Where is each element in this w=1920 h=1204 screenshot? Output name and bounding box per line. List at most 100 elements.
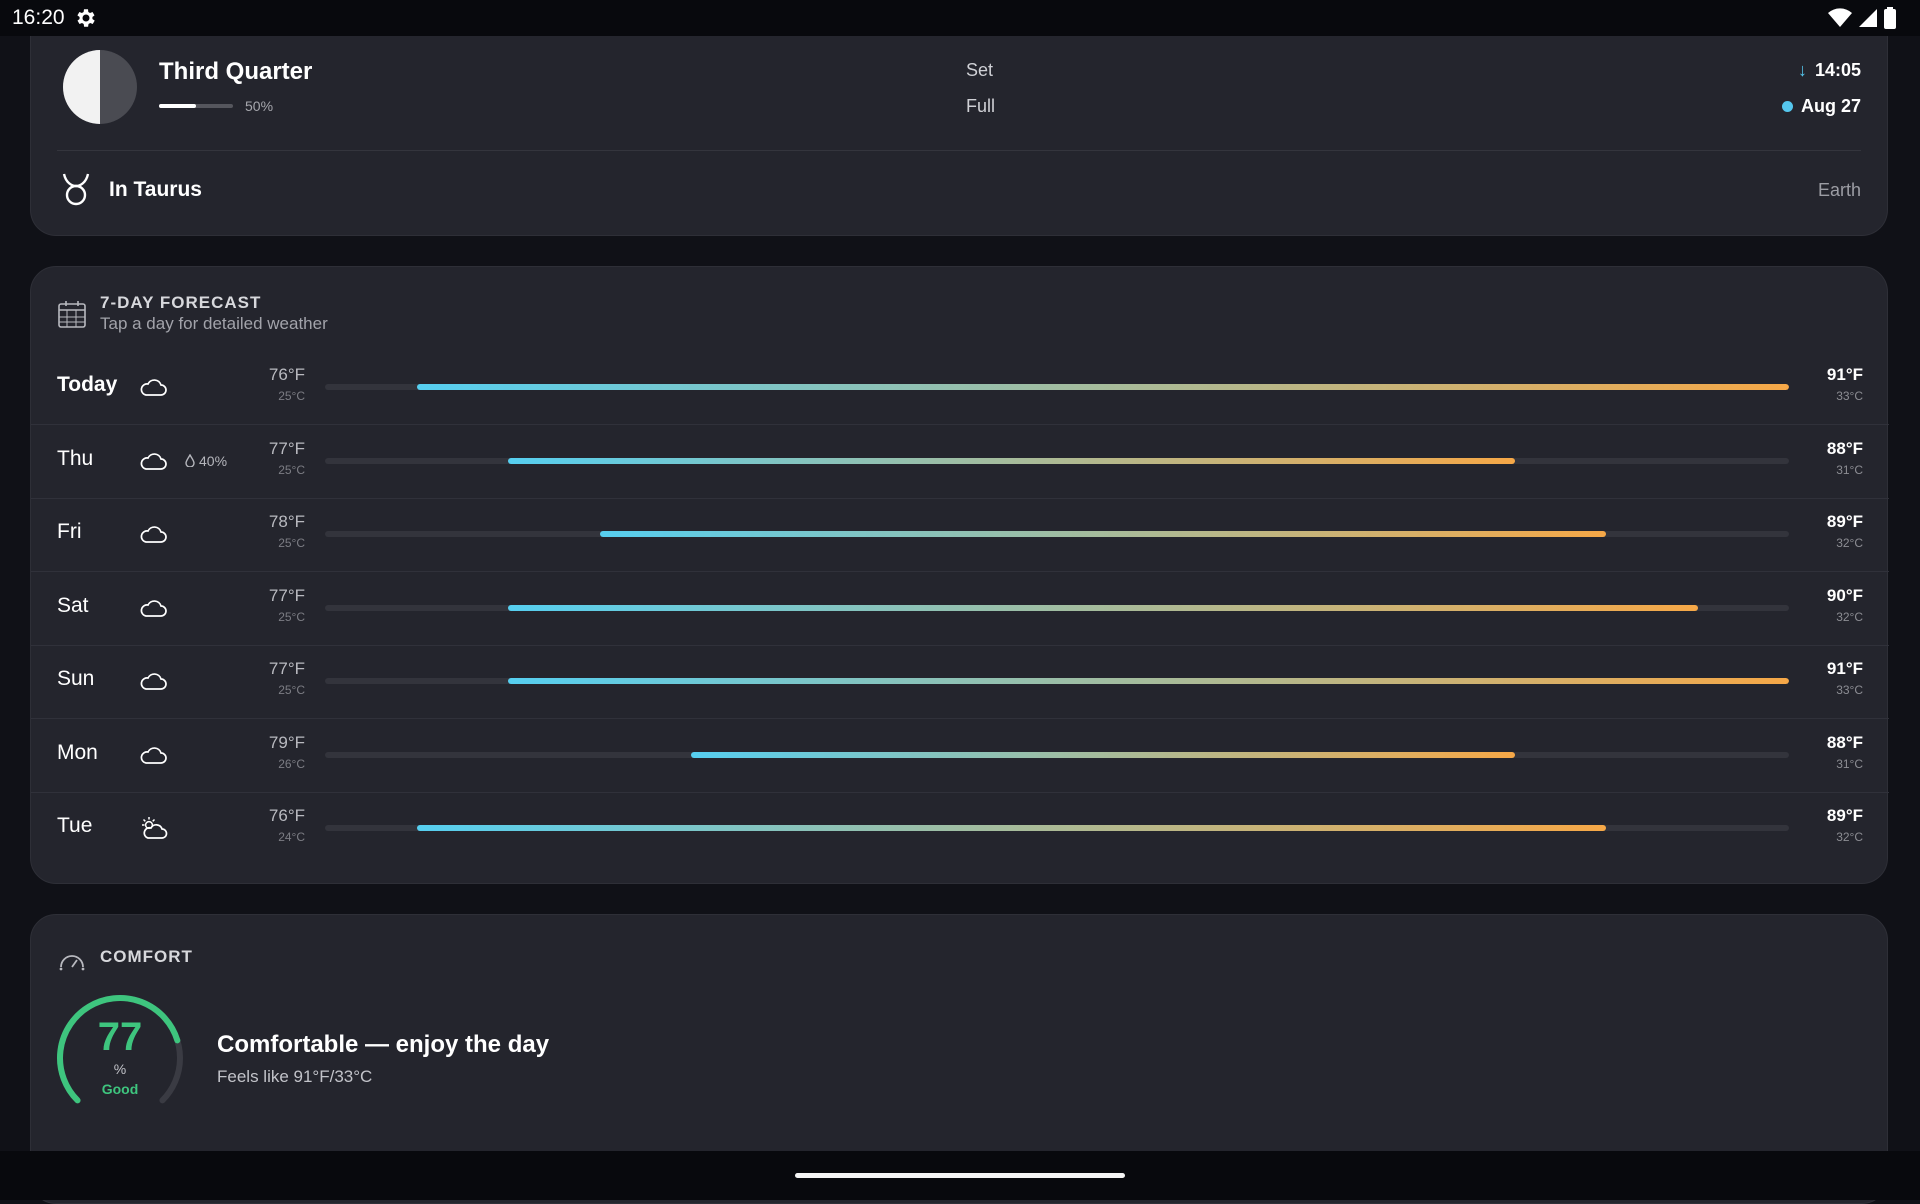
cloud-icon: [140, 379, 167, 396]
temperature-range-track: [325, 531, 1789, 537]
temperature-range-bar: [599, 531, 1606, 537]
divider: [57, 150, 1861, 151]
temperature-range-bar: [508, 604, 1698, 611]
temperature-range-bar: [691, 751, 1515, 758]
temperature-range-bar: [508, 678, 1789, 684]
forecast-high-f: 88°F: [1826, 438, 1863, 458]
forecast-low-c: 25°C: [278, 683, 305, 697]
forecast-row-mon[interactable]: Mon 79°F 26°C 88°F 31°C: [31, 719, 1889, 793]
moon-phase-icon: [63, 50, 137, 124]
forecast-title: 7-DAY FORECAST: [100, 293, 262, 312]
navigation-bar: [0, 1151, 1920, 1200]
temperature-range-bar: [416, 384, 1789, 390]
forecast-row-tue[interactable]: Tue 76°F 24°C 89°F 32°C: [31, 792, 1889, 865]
forecast-low-f: 78°F: [268, 512, 305, 531]
cloud-icon: [140, 673, 167, 690]
forecast-low-f: 76°F: [268, 806, 305, 825]
moonset-value: ↓ 14:05: [1798, 60, 1861, 81]
cloud-icon: [140, 452, 167, 470]
full-moon-label: Full: [966, 96, 996, 116]
full-moon-date: Aug 27: [1800, 96, 1861, 116]
forecast-row-sun[interactable]: Sun 77°F 25°C 91°F 33°C: [31, 645, 1889, 719]
settings-gear-icon: [77, 9, 95, 27]
home-gesture-handle[interactable]: [795, 1173, 1125, 1178]
temperature-range-track: [325, 751, 1789, 758]
forecast-low-f: 77°F: [268, 585, 305, 605]
forecast-low-f: 77°F: [268, 438, 305, 458]
wifi-icon: [1828, 8, 1852, 27]
forecast-day-label: Tue: [57, 814, 93, 837]
comfort-headline: Comfortable — enjoy the day: [217, 1031, 550, 1058]
full-moon-value: Aug 27: [1781, 96, 1861, 117]
temperature-range-bar: [508, 457, 1515, 464]
forecast-row-thu[interactable]: Thu 40% 77°F 25°C 88°F 31°C: [31, 425, 1889, 499]
forecast-high-f: 91°F: [1826, 659, 1863, 678]
comfort-rating: Good: [101, 1081, 139, 1097]
forecast-row-fri[interactable]: Fri 78°F 25°C 89°F 32°C: [31, 498, 1889, 572]
moon-zodiac-sign: In Taurus: [109, 178, 202, 201]
moon-illumination-percent: 50%: [245, 98, 274, 114]
comfort-title: COMFORT: [100, 947, 193, 966]
full-moon-dot-icon: [1781, 101, 1793, 112]
forecast-row-sat[interactable]: Sat 77°F 25°C 90°F 32°C: [31, 572, 1889, 646]
cellular-signal-icon: [1859, 9, 1877, 27]
forecast-high-c: 32°C: [1836, 536, 1863, 550]
moon-illumination-bar: [159, 104, 233, 108]
forecast-low-f: 77°F: [268, 659, 305, 678]
forecast-subtitle: Tap a day for detailed weather: [100, 314, 328, 333]
forecast-high-c: 33°C: [1836, 389, 1863, 403]
moonset-label: Set: [966, 60, 994, 80]
forecast-row-today[interactable]: Today 76°F 25°C 91°F 33°C: [31, 351, 1889, 425]
forecast-day-label: Thu: [57, 446, 94, 470]
status-time: 16:20: [12, 6, 65, 29]
temperature-range-track: [325, 457, 1789, 464]
forecast-day-label: Sun: [57, 667, 95, 690]
forecast-high-f: 90°F: [1826, 585, 1863, 605]
forecast-card: 7-DAY FORECAST Tap a day for detailed we…: [30, 266, 1889, 884]
forecast-low-f: 76°F: [268, 365, 305, 384]
forecast-high-c: 32°C: [1836, 609, 1863, 624]
forecast-high-f: 89°F: [1826, 806, 1863, 825]
forecast-day-label: Sat: [57, 593, 89, 617]
moon-phase-name: Third Quarter: [159, 58, 313, 85]
forecast-low-c: 25°C: [278, 609, 305, 624]
feels-like-text: Feels like 91°F/33°C: [217, 1067, 373, 1086]
forecast-high-f: 91°F: [1826, 365, 1863, 384]
cloud-icon: [140, 599, 167, 617]
forecast-high-c: 32°C: [1836, 830, 1863, 844]
moon-phase-card[interactable]: Third Quarter 50% Set ↓ 14:05 Full Aug 2…: [30, 14, 1888, 236]
forecast-high-c: 31°C: [1836, 756, 1863, 771]
forecast-day-label: Mon: [57, 740, 98, 764]
temperature-range-track: [325, 678, 1789, 684]
gauge-icon: [59, 955, 85, 971]
arrow-down-icon: ↓: [1797, 60, 1807, 80]
forecast-high-f: 89°F: [1826, 512, 1863, 531]
status-bar: 16:20: [0, 0, 1920, 36]
precipitation-chance: 40%: [185, 453, 227, 469]
forecast-low-c: 25°C: [278, 536, 305, 550]
status-icons: [1828, 7, 1896, 29]
battery-icon: [1884, 7, 1896, 29]
comfort-unit: %: [113, 1061, 127, 1077]
forecast-day-label: Fri: [57, 520, 82, 543]
forecast-low-f: 79°F: [268, 732, 305, 752]
calendar-icon: [58, 301, 86, 328]
temperature-range-track: [325, 384, 1789, 390]
comfort-score: 77: [97, 1015, 143, 1059]
forecast-low-c: 25°C: [278, 389, 305, 403]
partly-cloudy-icon: [142, 817, 168, 839]
temperature-range-track: [325, 604, 1789, 611]
raindrop-icon: [185, 454, 195, 467]
temperature-range-bar: [416, 825, 1606, 831]
cloud-icon: [140, 526, 167, 543]
forecast-low-c: 26°C: [278, 756, 305, 771]
forecast-high-f: 88°F: [1826, 732, 1863, 752]
temperature-range-track: [325, 825, 1789, 831]
moonset-time: 14:05: [1814, 60, 1861, 80]
precipitation-value: 40%: [199, 452, 228, 469]
zodiac-element: Earth: [1817, 180, 1861, 200]
forecast-day-label: Today: [57, 373, 118, 396]
cloud-icon: [140, 746, 167, 764]
forecast-low-c: 25°C: [278, 462, 305, 477]
taurus-icon: [62, 173, 90, 206]
